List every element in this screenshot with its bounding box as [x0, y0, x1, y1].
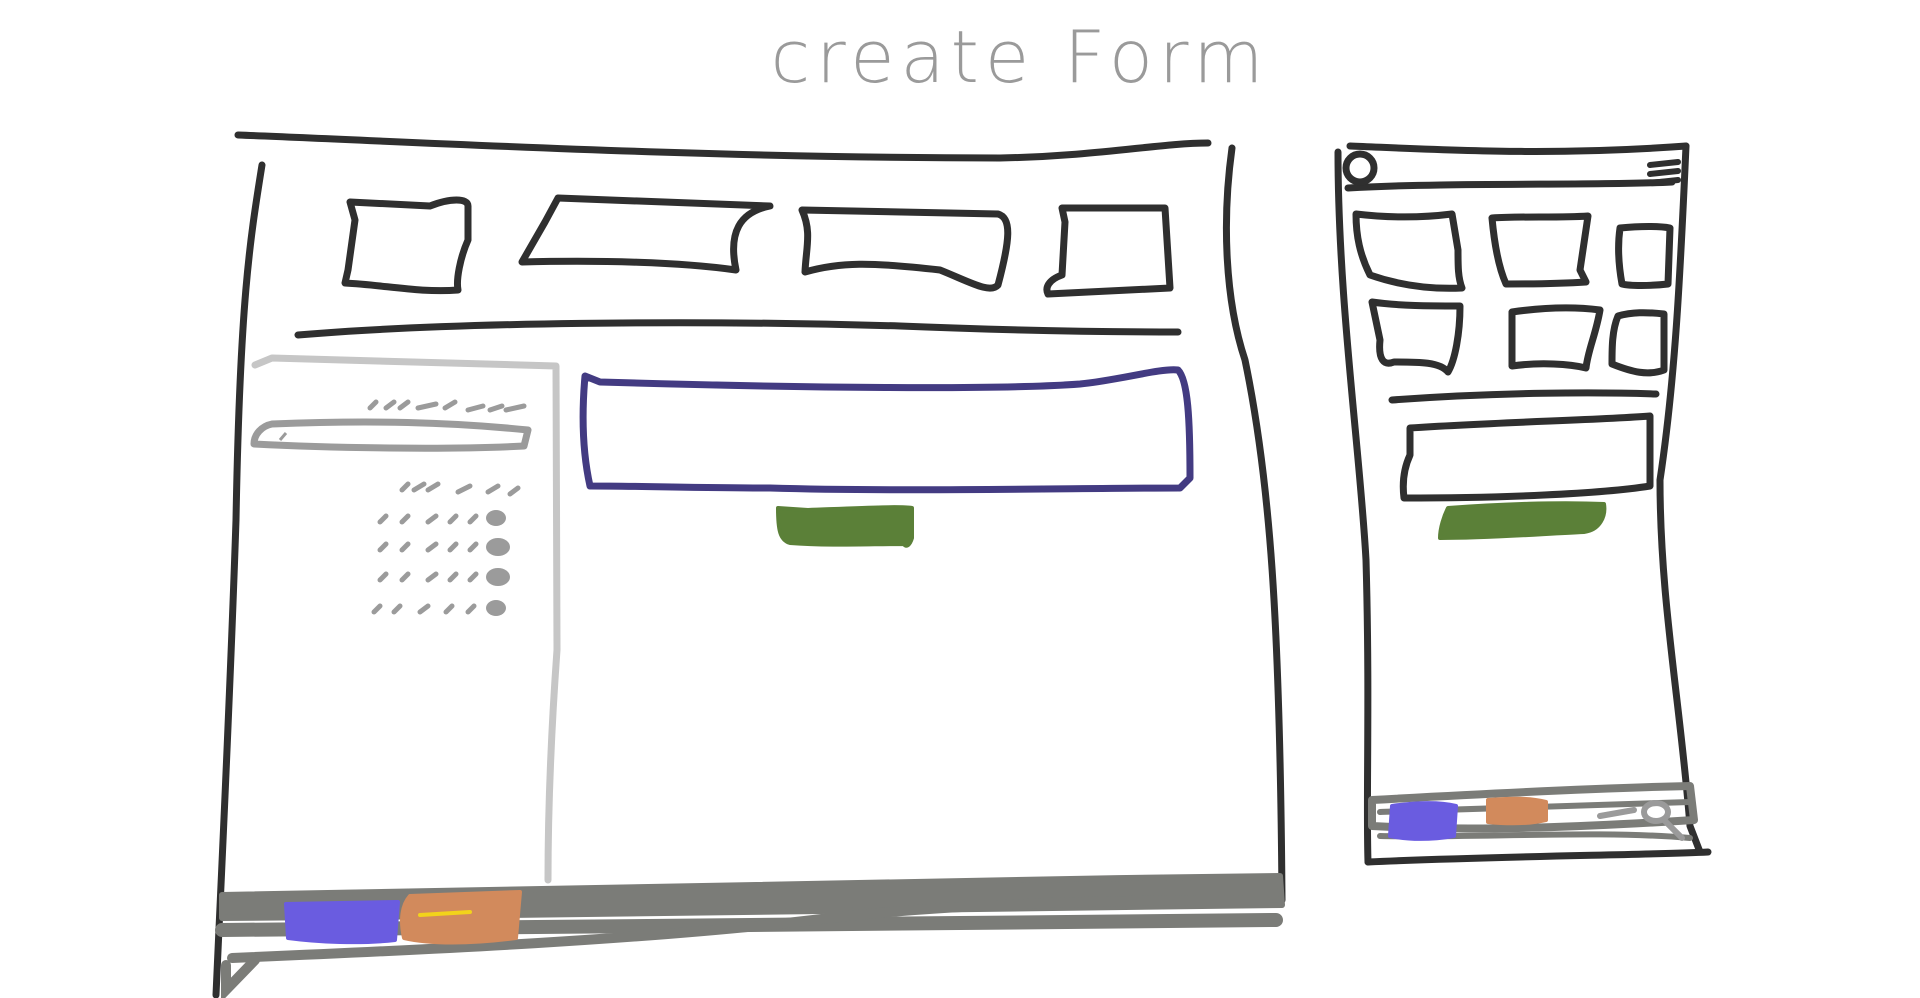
mobile-tile-1[interactable] — [1352, 210, 1466, 292]
desktop-nav-divider — [294, 319, 1182, 339]
sidebar-heading-marks — [367, 399, 527, 413]
mobile-tile-6[interactable] — [1608, 309, 1668, 377]
sidebar-toggle-2[interactable] — [486, 538, 510, 556]
wireframe-sketch: create Form — [212, 15, 1712, 998]
mobile-form-input[interactable] — [1399, 412, 1654, 502]
sidebar-toggle-4[interactable] — [486, 600, 506, 616]
desktop-footer — [215, 873, 1285, 998]
mobile-tile-3[interactable] — [1615, 223, 1674, 289]
submit-button[interactable] — [776, 505, 914, 548]
sketch-title: create Form — [771, 15, 1270, 99]
nav-tile-1[interactable] — [341, 196, 472, 295]
hamburger-menu-icon[interactable] — [1647, 159, 1681, 186]
form-text-input[interactable] — [579, 366, 1194, 494]
sidebar-search-input[interactable] — [250, 418, 532, 452]
nav-tile-2[interactable] — [518, 194, 774, 274]
mobile-tile-5[interactable] — [1508, 304, 1604, 372]
sidebar-toggle-1[interactable] — [486, 510, 506, 526]
desktop-nav-tiles — [341, 194, 1174, 298]
mobile-tile-4[interactable] — [1368, 298, 1464, 376]
desktop-frame — [212, 131, 1286, 998]
mobile-nav-tiles — [1352, 210, 1674, 377]
mobile-submit-button[interactable] — [1438, 501, 1607, 540]
nav-tile-3[interactable] — [798, 206, 1012, 292]
mobile-footer — [1368, 782, 1698, 841]
footer-blue-tab[interactable] — [284, 900, 400, 945]
circle-icon[interactable] — [1342, 150, 1378, 186]
desktop-sidebar — [250, 354, 561, 884]
mobile-tile-2[interactable] — [1488, 212, 1592, 288]
sidebar-toggle-icons[interactable] — [486, 510, 510, 616]
mobile-footer-blue-tab[interactable] — [1388, 801, 1458, 841]
footer-orange-tab[interactable] — [400, 890, 522, 945]
sidebar-toggle-3[interactable] — [486, 568, 510, 586]
mobile-footer-orange-tab[interactable] — [1486, 796, 1548, 826]
nav-tile-4[interactable] — [1043, 204, 1174, 298]
